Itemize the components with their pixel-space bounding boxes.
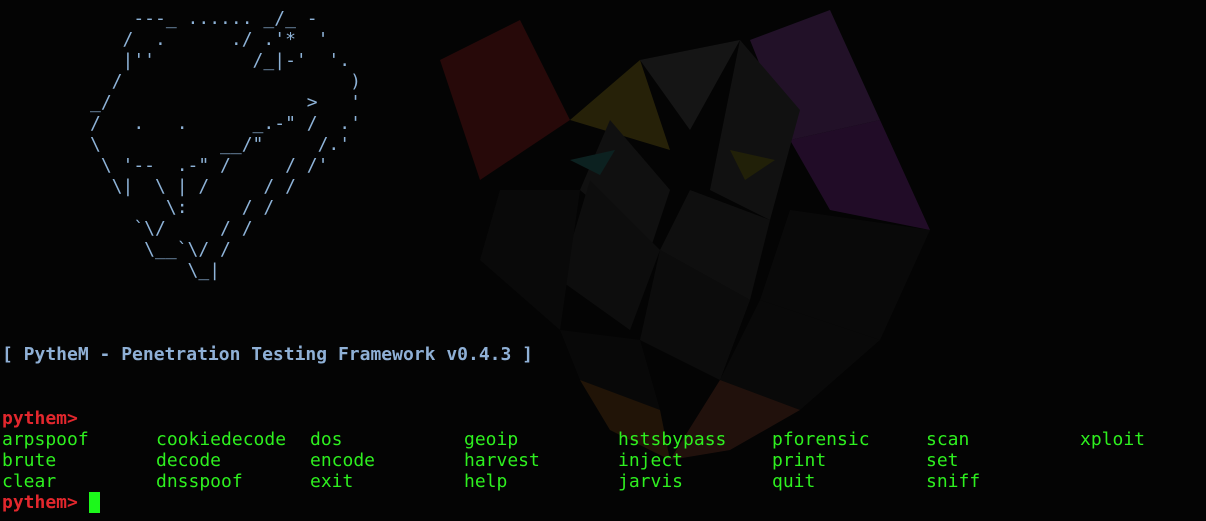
command-item-geoip: geoip (464, 429, 519, 450)
command-item-quit: quit (772, 471, 816, 492)
command-item-pforensic: pforensic (772, 429, 870, 450)
command-item-exit: exit (310, 471, 354, 492)
prompt-label: pythem> (2, 492, 78, 513)
command-item-cookiedecode: cookiedecode (156, 429, 287, 450)
command-item-decode: decode (156, 450, 222, 471)
command-row: clear dnsspoof exit help jarvis quit sni… (2, 471, 1202, 492)
text-cursor[interactable] (89, 492, 100, 513)
command-item-xploit: xploit (1080, 429, 1146, 450)
command-item-brute: brute (2, 450, 57, 471)
ascii-art-banner: ---_ ...... _/_ - / . ./ .'* ' |'' /_|-'… (90, 8, 361, 281)
prompt-label: pythem> (2, 408, 78, 429)
command-item-sniff: sniff (926, 471, 981, 492)
command-item-dnsspoof: dnsspoof (156, 471, 243, 492)
command-item-inject: inject (618, 450, 684, 471)
command-item-help: help (464, 471, 508, 492)
command-item-scan: scan (926, 429, 970, 450)
command-item-dos: dos (310, 429, 343, 450)
command-item-print: print (772, 450, 827, 471)
command-item-harvest: harvest (464, 450, 540, 471)
command-item-encode: encode (310, 450, 376, 471)
command-item-arpspoof: arpspoof (2, 429, 89, 450)
framework-title: [ PytheM - Penetration Testing Framework… (2, 344, 534, 365)
terminal-window[interactable]: ---_ ...... _/_ - / . ./ .'* ' |'' /_|-'… (0, 0, 1206, 521)
command-item-clear: clear (2, 471, 57, 492)
command-item-set: set (926, 450, 959, 471)
command-item-jarvis: jarvis (618, 471, 684, 492)
command-list: arpspoof cookiedecode dos geoip hstsbypa… (2, 429, 1202, 492)
command-row: arpspoof cookiedecode dos geoip hstsbypa… (2, 429, 1202, 450)
command-row: brute decode encode harvest inject print… (2, 450, 1202, 471)
command-item-hstsbypass: hstsbypass (618, 429, 727, 450)
